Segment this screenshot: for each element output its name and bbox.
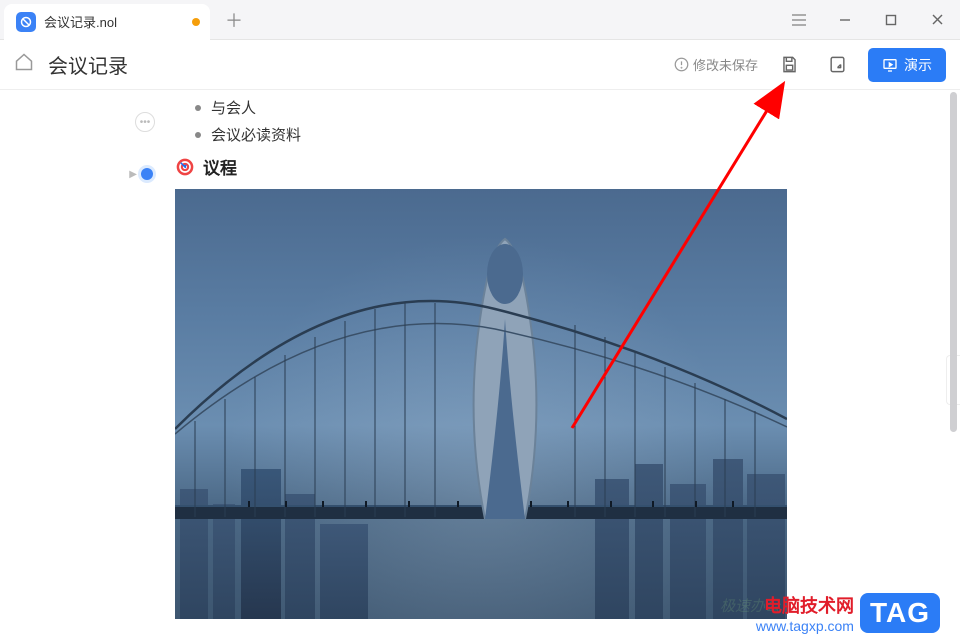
bullet-icon — [195, 132, 201, 138]
heading-line[interactable]: 议程 — [175, 148, 960, 189]
tag-badge: TAG — [860, 593, 940, 633]
document-title: 会议记录 — [48, 50, 128, 79]
toolbar: 会议记录 修改未保存 演示 — [0, 40, 960, 90]
collapse-arrow-icon: ▶ — [129, 169, 137, 180]
home-icon[interactable] — [14, 52, 34, 77]
gutter: ••• ▶ — [0, 90, 165, 640]
watermark-url: www.tagxp.com — [756, 618, 854, 634]
scroll-thumb[interactable] — [950, 92, 957, 432]
content-area: ••• ▶ 与会人 会议必读资料 议程 — [0, 90, 960, 640]
alert-icon — [674, 57, 689, 72]
unsaved-dot-icon — [192, 18, 200, 26]
menu-button[interactable] — [776, 0, 822, 40]
watermark: 电脑技术网 www.tagxp.com TAG — [756, 592, 940, 634]
window-controls — [776, 0, 960, 39]
document-tab[interactable]: 会议记录.nol — [4, 4, 210, 40]
list-item[interactable]: 与会人 — [195, 94, 960, 121]
list-item-text: 会议必读资料 — [211, 124, 301, 145]
list-item-text: 与会人 — [211, 97, 256, 118]
export-button[interactable] — [820, 48, 854, 82]
bullet-icon — [195, 105, 201, 111]
present-label: 演示 — [904, 55, 932, 75]
close-button[interactable] — [914, 0, 960, 40]
watermark-title: 电脑技术网 — [756, 592, 854, 618]
maximize-button[interactable] — [868, 0, 914, 40]
scrollbar[interactable] — [950, 92, 957, 634]
doc-icon — [16, 12, 36, 32]
tab-title: 会议记录.nol — [44, 12, 117, 31]
list-item[interactable]: 会议必读资料 — [195, 121, 960, 148]
heading-text: 议程 — [203, 154, 237, 179]
outline-marker[interactable]: ▶ — [129, 168, 153, 180]
minimize-button[interactable] — [822, 0, 868, 40]
document-body[interactable]: 与会人 会议必读资料 议程 — [165, 90, 960, 640]
outline-dot-icon — [141, 168, 153, 180]
more-options-icon[interactable]: ••• — [135, 112, 155, 132]
embedded-image[interactable] — [175, 189, 787, 619]
titlebar: 会议记录.nol ＋ — [0, 0, 960, 40]
save-button[interactable] — [772, 48, 806, 82]
target-icon — [175, 157, 195, 177]
display-icon — [882, 57, 898, 73]
new-tab-button[interactable]: ＋ — [220, 6, 248, 34]
unsaved-status: 修改未保存 — [674, 55, 758, 74]
present-button[interactable]: 演示 — [868, 48, 946, 82]
unsaved-text: 修改未保存 — [693, 55, 758, 74]
